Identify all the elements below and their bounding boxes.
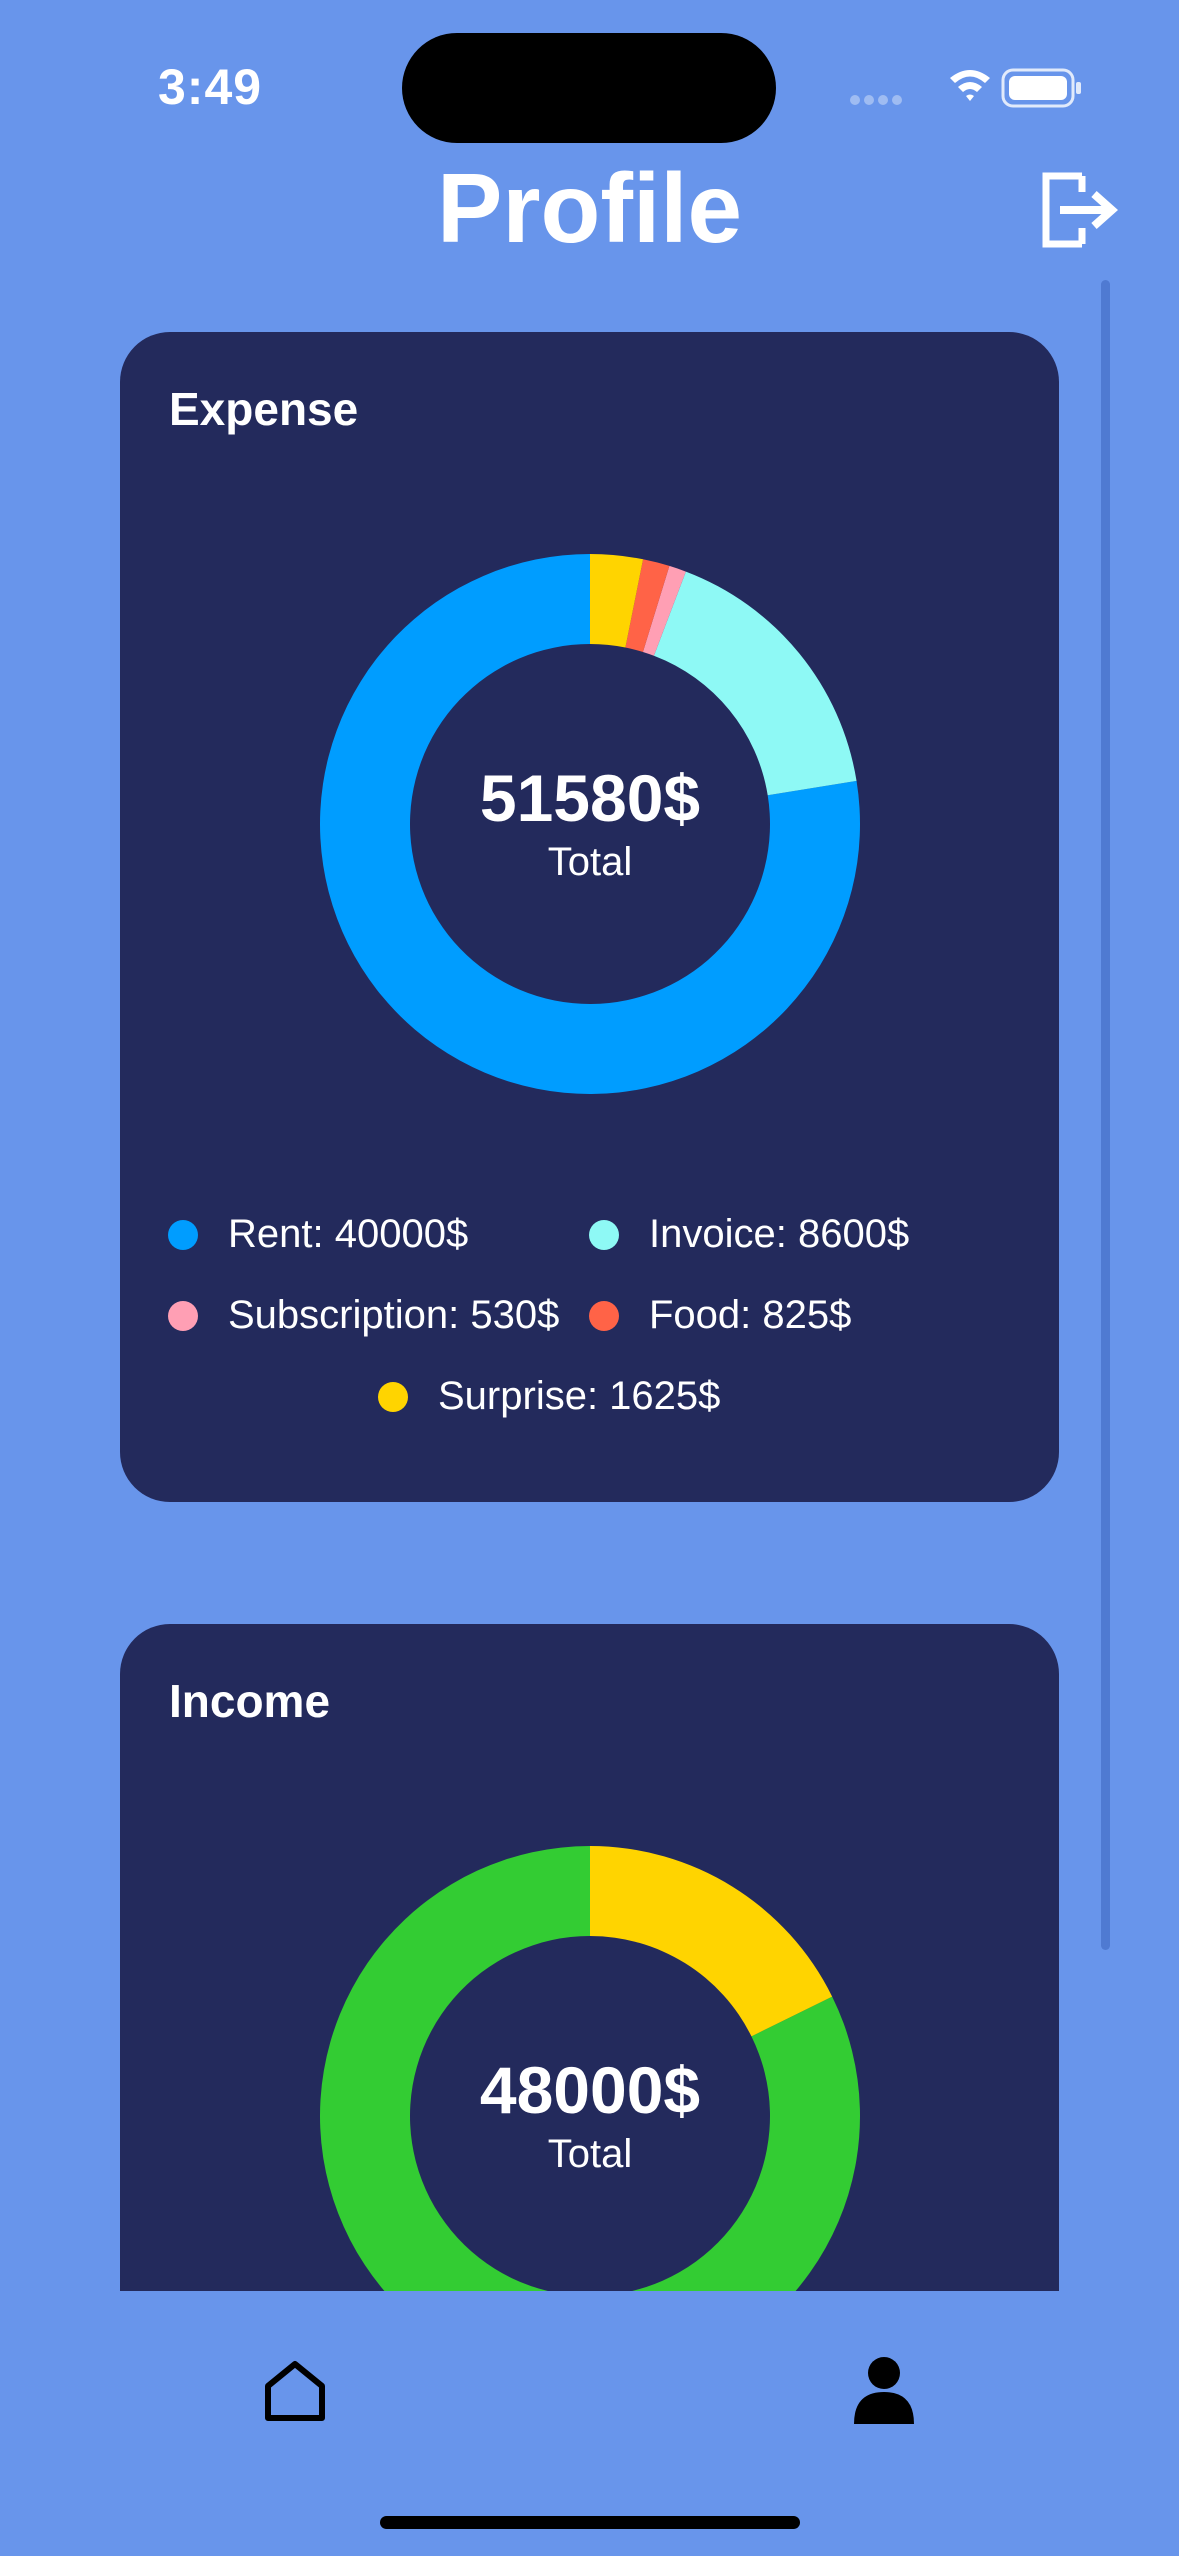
expense-card: Expense 51580$ Total Rent: 40000$ Invoic…: [120, 332, 1059, 1502]
legend-item-surprise: Surprise: 1625$: [378, 1374, 720, 1419]
legend-item-subscription: Subscription: 530$: [168, 1293, 559, 1338]
legend-label: Surprise: 1625$: [438, 1374, 721, 1418]
home-icon[interactable]: [264, 2360, 326, 2422]
income-total: 48000$ Total: [320, 2052, 860, 2177]
legend-label: Subscription: 530$: [228, 1293, 560, 1337]
legend-dot: [589, 1300, 619, 1331]
scroll-content[interactable]: Expense 51580$ Total Rent: 40000$ Invoic…: [0, 0, 1179, 2291]
legend-dot: [589, 1219, 619, 1250]
legend-dot: [378, 1381, 408, 1412]
person-icon[interactable]: [852, 2356, 916, 2424]
legend-label: Rent: 40000$: [228, 1212, 469, 1256]
legend-label: Food: 825$: [649, 1293, 852, 1337]
scrollbar[interactable]: [1101, 280, 1110, 1950]
expense-total-label: Total: [547, 840, 633, 884]
expense-title: Expense: [169, 383, 359, 435]
donut-slice-1: [590, 1846, 833, 2037]
expense-total: 51580$ Total: [320, 760, 860, 885]
income-card: Income 48000$ Total: [120, 1624, 1059, 2291]
legend-label: Invoice: 8600$: [649, 1212, 910, 1256]
legend-item-invoice: Invoice: 8600$: [589, 1212, 909, 1257]
income-title: Income: [169, 1675, 331, 1727]
income-total-label: Total: [547, 2132, 633, 2176]
income-total-value: 48000$: [479, 2053, 701, 2127]
legend-item-rent: Rent: 40000$: [168, 1212, 468, 1257]
expense-total-value: 51580$: [479, 761, 701, 835]
legend-dot: [168, 1219, 198, 1250]
legend-dot: [168, 1300, 198, 1331]
legend-item-food: Food: 825$: [589, 1293, 851, 1338]
home-indicator: [380, 2516, 800, 2529]
